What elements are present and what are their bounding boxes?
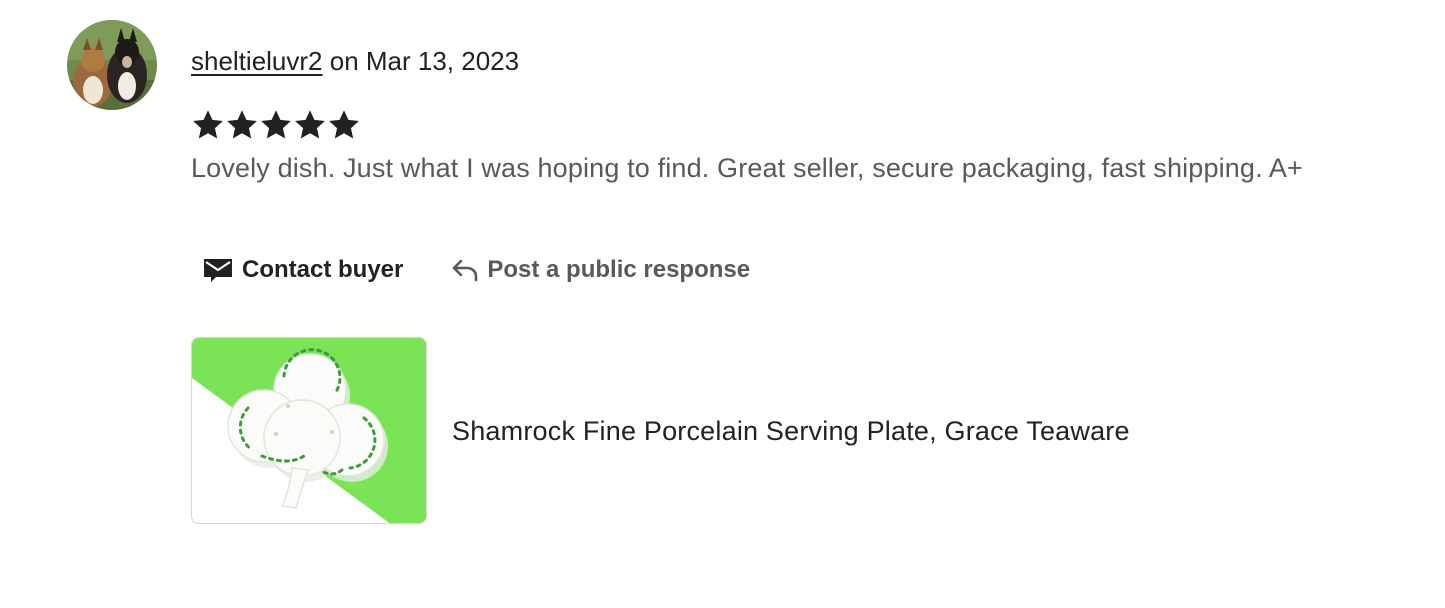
contact-buyer-label: Contact buyer (242, 256, 404, 283)
reviewer-name-link[interactable]: sheltieluvr2 (191, 46, 323, 76)
post-public-response-label: Post a public response (487, 256, 751, 283)
star-icon (329, 110, 359, 139)
listing-image (192, 338, 426, 523)
post-public-response-button[interactable]: Post a public response (451, 254, 750, 286)
purchased-listing: Shamrock Fine Porcelain Serving Plate, G… (191, 337, 1130, 524)
star-icon (227, 110, 257, 139)
reply-arrow-icon (451, 257, 479, 283)
listing-title-link[interactable]: Shamrock Fine Porcelain Serving Plate, G… (452, 413, 1130, 449)
star-icon (193, 110, 223, 139)
envelope-icon (203, 256, 233, 284)
contact-buyer-button[interactable]: Contact buyer (203, 254, 403, 286)
star-icon (295, 110, 325, 139)
star-icon (261, 110, 291, 139)
review-text: Lovely dish. Just what I was hoping to f… (191, 153, 1303, 183)
review-header: sheltieluvr2 on Mar 13, 2023 (191, 44, 519, 78)
avatar-photo (67, 20, 157, 110)
review-actions: Contact buyer Post a public response (203, 250, 750, 290)
star-rating (191, 107, 361, 143)
reviewer-avatar[interactable] (67, 20, 157, 110)
listing-thumbnail[interactable] (191, 337, 427, 524)
review-date: on Mar 13, 2023 (322, 46, 520, 76)
